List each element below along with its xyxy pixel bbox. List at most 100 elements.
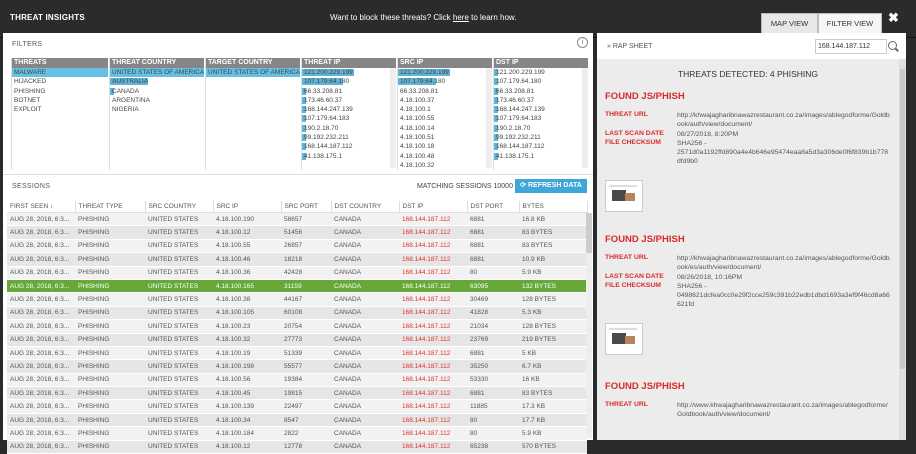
table-cell: 168.144.187.112 [399, 252, 467, 267]
table-row[interactable]: AUG 28, 2018, 6:3... PHISHING UNITED STATE… [7, 279, 587, 294]
scrollbar[interactable] [486, 68, 492, 168]
scrollbar[interactable] [582, 68, 588, 168]
scrollbar[interactable] [390, 68, 396, 168]
filter-option[interactable]: 190.2.18.70 [302, 124, 396, 133]
table-cell: UNITED STATES [145, 346, 213, 361]
table-row[interactable]: AUG 28, 2018, 6:3... PHISHING UNITED STATE… [7, 426, 587, 441]
table-cell: PHISHING [75, 359, 145, 374]
column-header[interactable]: SRC COUNTRY [145, 201, 214, 213]
filter-option[interactable]: 41.138.175.1 [302, 152, 396, 161]
refresh-button[interactable]: ⟳ REFRESH DATA [515, 179, 587, 193]
table-scrollbar[interactable] [586, 213, 592, 438]
page-thumbnail[interactable] [605, 180, 643, 212]
rap-sheet-scrollbar[interactable] [899, 59, 906, 440]
detail-value: http://khwajagharibnawazrestaurant.co.za… [677, 255, 890, 271]
filter-option[interactable]: 168.144.247.139 [302, 105, 396, 114]
table-row[interactable]: AUG 28, 2018, 6:3... PHISHING UNITED STATE… [7, 359, 587, 374]
table-row[interactable]: AUG 28, 2018, 6:3... PHISHING UNITED STATE… [7, 386, 587, 401]
info-icon[interactable]: i [577, 37, 588, 48]
filter-option[interactable]: 4.18.100.1 [398, 105, 492, 114]
filter-option-label: ARGENTINA [112, 96, 150, 104]
scroll-thumb[interactable] [900, 69, 905, 369]
filter-option[interactable]: 107.179.64.180 [494, 77, 588, 86]
filter-option[interactable]: 99.192.232.211 [302, 133, 396, 142]
tab-filter-view[interactable]: FILTER VIEW [818, 13, 882, 35]
table-cell: UNITED STATES [145, 440, 213, 454]
filter-option[interactable]: ARGENTINA [110, 96, 204, 105]
filter-option[interactable]: 4.18.100.14 [398, 124, 492, 133]
table-row[interactable]: AUG 28, 2018, 6:3... PHISHING UNITED STATE… [7, 413, 587, 428]
filter-option[interactable]: 66.33.208.81 [494, 87, 588, 96]
filter-option[interactable]: 121.200.229.199 [302, 68, 396, 77]
filter-option[interactable]: EXPLOIT [12, 105, 108, 114]
filter-option[interactable]: 107.179.64.180 [398, 77, 492, 86]
search-icon[interactable] [888, 41, 897, 50]
table-row[interactable]: AUG 28, 2018, 6:3... PHISHING UNITED STATE… [7, 239, 587, 254]
filter-option[interactable]: MALWARE [12, 68, 108, 78]
filter-option[interactable]: AUSTRALIA [110, 77, 204, 86]
filter-option[interactable]: 66.33.208.81 [302, 87, 396, 96]
column-header[interactable]: DST IP [399, 201, 468, 213]
filter-option[interactable]: 99.192.232.211 [494, 133, 588, 142]
filter-option[interactable]: 4.18.100.55 [398, 114, 492, 123]
filter-option[interactable]: UNITED STATES OF AMERICA [206, 68, 300, 78]
filter-option[interactable]: 107.179.64.180 [302, 77, 396, 86]
filter-option[interactable]: BOTNET [12, 96, 108, 105]
filter-option[interactable]: 168.144.187.112 [494, 142, 588, 151]
promo-link[interactable]: here [453, 13, 469, 22]
table-cell: 168.144.187.112 [399, 346, 467, 361]
table-cell: AUG 28, 2018, 6:3... [7, 279, 75, 294]
filter-option[interactable]: 121.200.229.199 [494, 68, 588, 77]
filter-option[interactable]: 168.144.247.139 [494, 105, 588, 114]
scroll-thumb[interactable] [586, 213, 592, 253]
filter-option[interactable]: 168.144.187.112 [302, 142, 396, 151]
column-header[interactable]: THREAT TYPE [75, 201, 146, 213]
filter-option[interactable]: CANADA [110, 87, 204, 96]
filter-option[interactable]: 107.179.64.183 [302, 114, 396, 123]
table-row[interactable]: AUG 28, 2018, 6:3... PHISHING UNITED STATE… [7, 440, 587, 454]
filter-option[interactable]: 107.179.64.183 [494, 114, 588, 123]
column-header[interactable]: BYTES [519, 201, 588, 213]
filter-option[interactable]: 4.18.100.32 [398, 161, 492, 170]
refresh-icon: ⟳ [520, 182, 528, 189]
table-row[interactable]: AUG 28, 2018, 6:3... PHISHING UNITED STATE… [7, 292, 587, 307]
column-header[interactable]: DST PORT [467, 201, 520, 213]
filter-option-label: 4.18.100.1 [400, 106, 431, 114]
filter-option[interactable]: PHISHING [12, 87, 108, 96]
filter-option[interactable]: UNITED STATES OF AMERICA [110, 68, 204, 78]
table-row[interactable]: AUG 28, 2018, 6:3... PHISHING UNITED STATE… [7, 212, 587, 227]
column-header[interactable]: SRC IP [213, 201, 282, 213]
table-row[interactable]: AUG 28, 2018, 6:3... PHISHING UNITED STATE… [7, 252, 587, 267]
table-cell: AUG 28, 2018, 6:3... [7, 359, 75, 374]
page-thumbnail[interactable] [605, 323, 643, 355]
filter-option[interactable]: 4.18.100.37 [398, 96, 492, 105]
column-header[interactable]: DST COUNTRY [331, 201, 400, 213]
table-row[interactable]: AUG 28, 2018, 6:3... PHISHING UNITED STATE… [7, 225, 587, 240]
column-header[interactable]: SRC PORT [281, 201, 332, 213]
filter-option[interactable]: 190.2.18.70 [494, 124, 588, 133]
table-cell: CANADA [331, 373, 399, 388]
close-icon[interactable]: ✖ [888, 10, 899, 26]
table-cell: PHISHING [75, 212, 145, 227]
filter-option[interactable]: 173.46.60.37 [494, 96, 588, 105]
table-row[interactable]: AUG 28, 2018, 6:3... PHISHING UNITED STATE… [7, 346, 587, 361]
filter-option[interactable]: 4.18.100.51 [398, 133, 492, 142]
filter-option[interactable]: 41.138.175.1 [494, 152, 588, 161]
column-header[interactable]: FIRST SEEN ↓ [7, 201, 76, 213]
filter-option[interactable]: 173.46.60.37 [302, 96, 396, 105]
tab-map-view[interactable]: MAP VIEW [761, 13, 818, 35]
filter-option-label: CANADA [112, 87, 140, 95]
filter-option[interactable]: 4.18.100.48 [398, 152, 492, 161]
table-row[interactable]: AUG 28, 2018, 6:3... PHISHING UNITED STATE… [7, 399, 587, 414]
filter-option[interactable]: NIGERIA [110, 105, 204, 114]
table-row[interactable]: AUG 28, 2018, 6:3... PHISHING UNITED STATE… [7, 333, 587, 347]
filter-option[interactable]: 121.200.229.199 [398, 68, 492, 77]
table-row[interactable]: AUG 28, 2018, 6:3... PHISHING UNITED STATE… [7, 306, 587, 321]
filter-option[interactable]: 4.18.100.18 [398, 142, 492, 151]
table-row[interactable]: AUG 28, 2018, 6:3... PHISHING UNITED STATE… [7, 266, 587, 280]
filter-option[interactable]: HIJACKED [12, 77, 108, 86]
filter-option[interactable]: 66.33.208.81 [398, 87, 492, 96]
ip-search-input[interactable] [815, 39, 887, 54]
table-row[interactable]: AUG 28, 2018, 6:3... PHISHING UNITED STATE… [7, 373, 587, 388]
table-row[interactable]: AUG 28, 2018, 6:3... PHISHING UNITED STATE… [7, 319, 587, 334]
